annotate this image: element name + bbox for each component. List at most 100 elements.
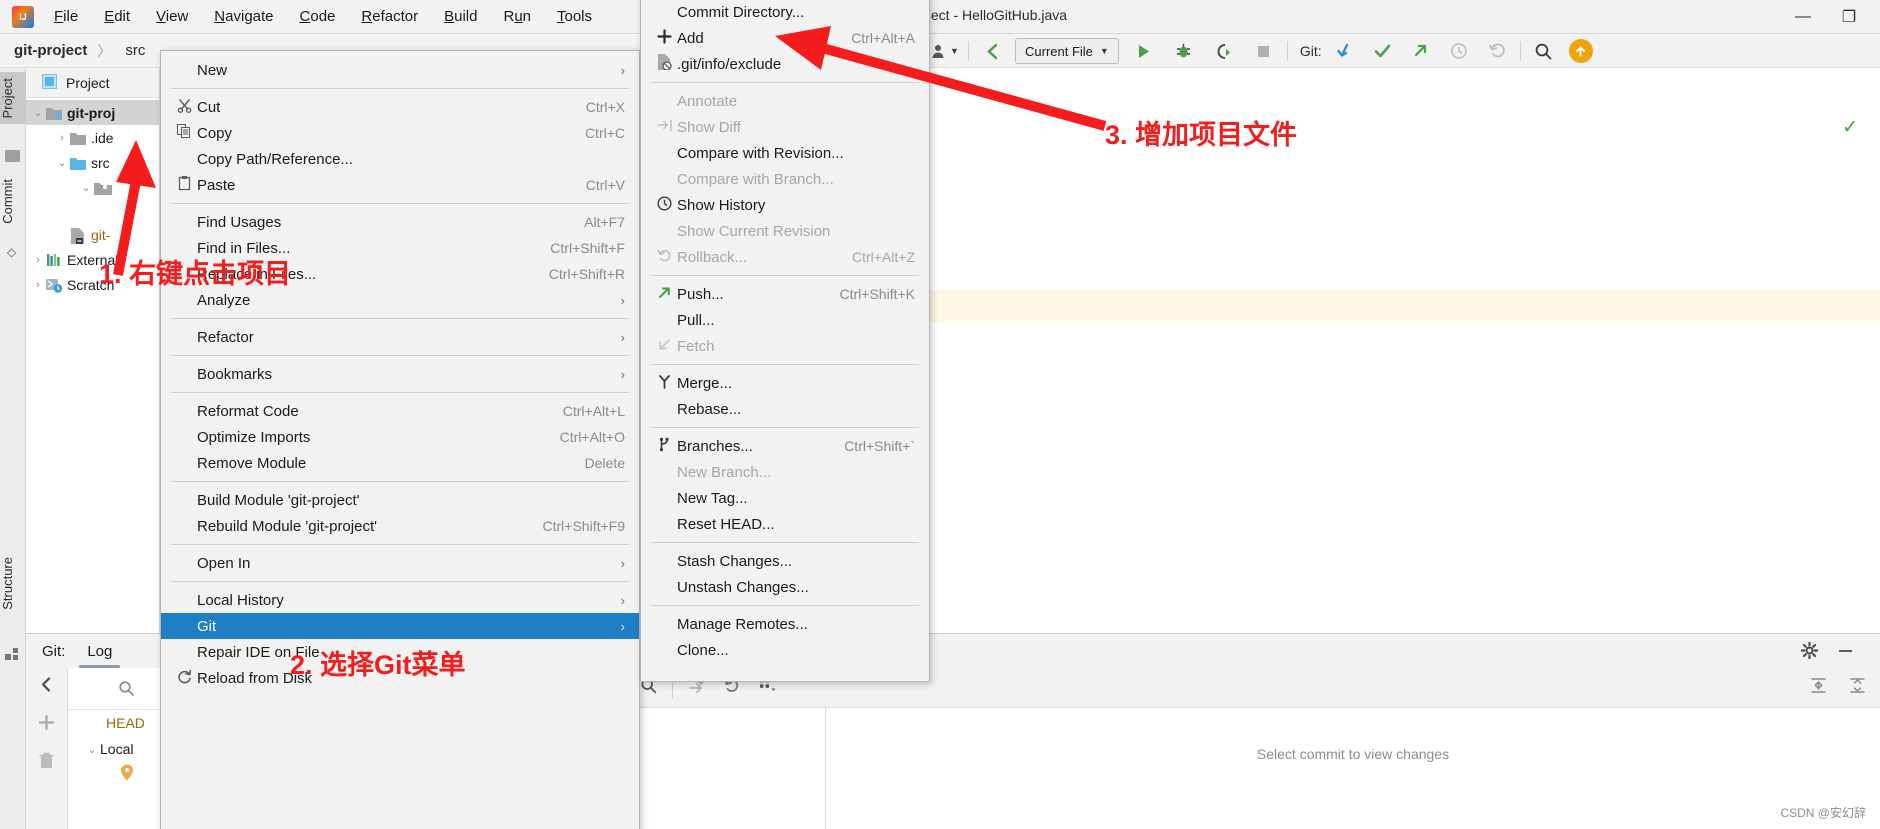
menu-item-copy[interactable]: Copy Ctrl+C: [161, 120, 639, 146]
menu-item-label: Clone...: [677, 641, 729, 659]
git-menu-item-stash-changes[interactable]: Stash Changes...: [641, 548, 929, 574]
tree-node-git-project[interactable]: ⌄ git-proj: [26, 100, 159, 125]
reload-icon: [171, 669, 197, 688]
run-icon[interactable]: [1129, 37, 1159, 65]
menu-item-copy-path-reference[interactable]: Copy Path/Reference...: [161, 146, 639, 172]
chevron-down-icon[interactable]: ⌄: [84, 743, 100, 756]
inspection-ok-icon[interactable]: ✓: [1842, 116, 1858, 139]
menu-edit[interactable]: Edit: [104, 8, 130, 25]
breadcrumb-project[interactable]: git-project: [14, 42, 87, 59]
git-menu-item-unstash-changes[interactable]: Unstash Changes...: [641, 574, 929, 600]
editor-scrollbar[interactable]: [1860, 86, 1872, 606]
chevron-right-icon[interactable]: ›: [30, 254, 46, 266]
main-menu-bar[interactable]: File Edit View Navigate Code Refactor Bu…: [54, 8, 592, 25]
project-context-menu[interactable]: New › Cut Ctrl+X Copy Ctrl+C Copy Path/R…: [160, 50, 640, 829]
git-menu-item-rebase[interactable]: Rebase...: [641, 396, 929, 422]
menu-item-remove-module[interactable]: Remove Module Delete: [161, 450, 639, 476]
run-configuration-selector[interactable]: Current File ▼: [1015, 38, 1119, 64]
git-menu-item-compare-with-revision[interactable]: Compare with Revision...: [641, 140, 929, 166]
expand-all-icon[interactable]: [1810, 677, 1827, 699]
menu-view[interactable]: View: [156, 8, 188, 25]
menu-run[interactable]: Run: [503, 8, 531, 25]
menu-item-new[interactable]: New ›: [161, 57, 639, 83]
git-menu-item-add[interactable]: Add Ctrl+Alt+A: [641, 25, 929, 51]
breadcrumb-src[interactable]: src: [125, 42, 145, 59]
menu-item-cut[interactable]: Cut Ctrl+X: [161, 94, 639, 120]
menu-item-local-history[interactable]: Local History ›: [161, 587, 639, 613]
git-menu-item-reset-head[interactable]: Reset HEAD...: [641, 511, 929, 537]
menu-item-find-usages[interactable]: Find Usages Alt+F7: [161, 209, 639, 235]
git-menu-item-pull[interactable]: Pull...: [641, 307, 929, 333]
git-menu-item-push[interactable]: Push... Ctrl+Shift+K: [641, 281, 929, 307]
source-folder-icon: [70, 156, 86, 170]
tree-node-idea[interactable]: › .ide: [26, 125, 159, 150]
menu-item-optimize-imports[interactable]: Optimize Imports Ctrl+Alt+O: [161, 424, 639, 450]
chevron-right-icon[interactable]: ›: [30, 279, 46, 291]
tree-node-package[interactable]: ⌄: [26, 175, 159, 200]
chevron-right-icon[interactable]: ›: [54, 132, 70, 144]
add-icon[interactable]: [38, 714, 55, 736]
rollback-icon[interactable]: [1482, 37, 1512, 65]
commit-icon[interactable]: [1368, 37, 1398, 65]
collapse-icon[interactable]: [38, 676, 55, 698]
git-menu-item-new-tag[interactable]: New Tag...: [641, 485, 929, 511]
gear-icon[interactable]: [1800, 641, 1819, 664]
menu-item-paste[interactable]: Paste Ctrl+V: [161, 172, 639, 198]
chevron-down-icon[interactable]: ⌄: [30, 106, 46, 119]
minimize-button[interactable]: —: [1794, 8, 1812, 26]
git-menu-item-merge[interactable]: Merge...: [641, 370, 929, 396]
menu-file[interactable]: File: [54, 8, 78, 25]
log-right-toolbar[interactable]: [1810, 668, 1866, 708]
sidebar-tab-commit[interactable]: Commit: [0, 173, 26, 230]
git-submenu[interactable]: Commit Directory... Add Ctrl+Alt+A .git/…: [640, 0, 930, 682]
git-menu-item-manage-remotes[interactable]: Manage Remotes...: [641, 611, 929, 637]
menu-refactor[interactable]: Refactor: [361, 8, 418, 25]
minimize-icon[interactable]: [1837, 642, 1854, 664]
menu-separator: [171, 392, 629, 393]
search-icon[interactable]: [1529, 37, 1559, 65]
back-arrow-icon[interactable]: [977, 37, 1007, 65]
trash-icon[interactable]: [39, 752, 54, 774]
restore-button[interactable]: ❐: [1840, 7, 1858, 27]
chevron-down-icon[interactable]: ⌄: [78, 181, 94, 194]
git-menu-item-branches[interactable]: Branches... Ctrl+Shift+`: [641, 433, 929, 459]
git-menu-item-commit-directory[interactable]: Commit Directory...: [641, 0, 929, 25]
menu-code[interactable]: Code: [300, 8, 336, 25]
push-icon[interactable]: [1406, 37, 1436, 65]
collapse-all-icon[interactable]: [1849, 677, 1866, 699]
menu-item-rebuild-module[interactable]: Rebuild Module 'git-project' Ctrl+Shift+…: [161, 513, 639, 539]
debug-icon[interactable]: [1169, 37, 1199, 65]
git-menu-item-git-info-exclude[interactable]: .git/info/exclude: [641, 51, 929, 77]
menu-build[interactable]: Build: [444, 8, 477, 25]
profile-icon[interactable]: ▼: [930, 37, 960, 65]
tree-node-gitignore[interactable]: git-: [26, 222, 159, 247]
tab-log[interactable]: Log: [79, 643, 121, 668]
upload-icon[interactable]: [1568, 39, 1593, 63]
git-branches-sidebar[interactable]: [26, 668, 68, 829]
window-controls[interactable]: — ❐: [1794, 0, 1872, 34]
chevron-down-icon[interactable]: ⌄: [54, 156, 70, 169]
history-icon[interactable]: [1444, 37, 1474, 65]
menu-item-open-in[interactable]: Open In ›: [161, 550, 639, 576]
menu-item-build-module[interactable]: Build Module 'git-project': [161, 487, 639, 513]
sidebar-tab-project[interactable]: Project: [0, 72, 26, 124]
stop-icon[interactable]: [1249, 37, 1279, 65]
git-menu-item-show-history[interactable]: Show History: [641, 192, 929, 218]
main-toolbar[interactable]: ▼ Current File ▼ Git:: [930, 34, 1880, 68]
update-project-icon[interactable]: [1330, 37, 1360, 65]
menu-item-reformat-code[interactable]: Reformat Code Ctrl+Alt+L: [161, 398, 639, 424]
menu-item-label: Unstash Changes...: [677, 578, 809, 596]
git-menu-item-clone[interactable]: Clone...: [641, 637, 929, 663]
menu-item-git[interactable]: Git ›: [161, 613, 639, 639]
menu-navigate[interactable]: Navigate: [214, 8, 273, 25]
menu-item-label: Build Module 'git-project': [197, 491, 360, 509]
ignored-file-icon: [70, 227, 86, 244]
menu-item-refactor[interactable]: Refactor ›: [161, 324, 639, 350]
menu-tools[interactable]: Tools: [557, 8, 592, 25]
menu-separator: [171, 581, 629, 582]
sidebar-tab-structure[interactable]: Structure: [0, 551, 26, 616]
tree-node-src[interactable]: ⌄ src: [26, 150, 159, 175]
coverage-icon[interactable]: [1209, 37, 1239, 65]
menu-item-bookmarks[interactable]: Bookmarks ›: [161, 361, 639, 387]
menu-item-label: Bookmarks: [197, 365, 273, 383]
